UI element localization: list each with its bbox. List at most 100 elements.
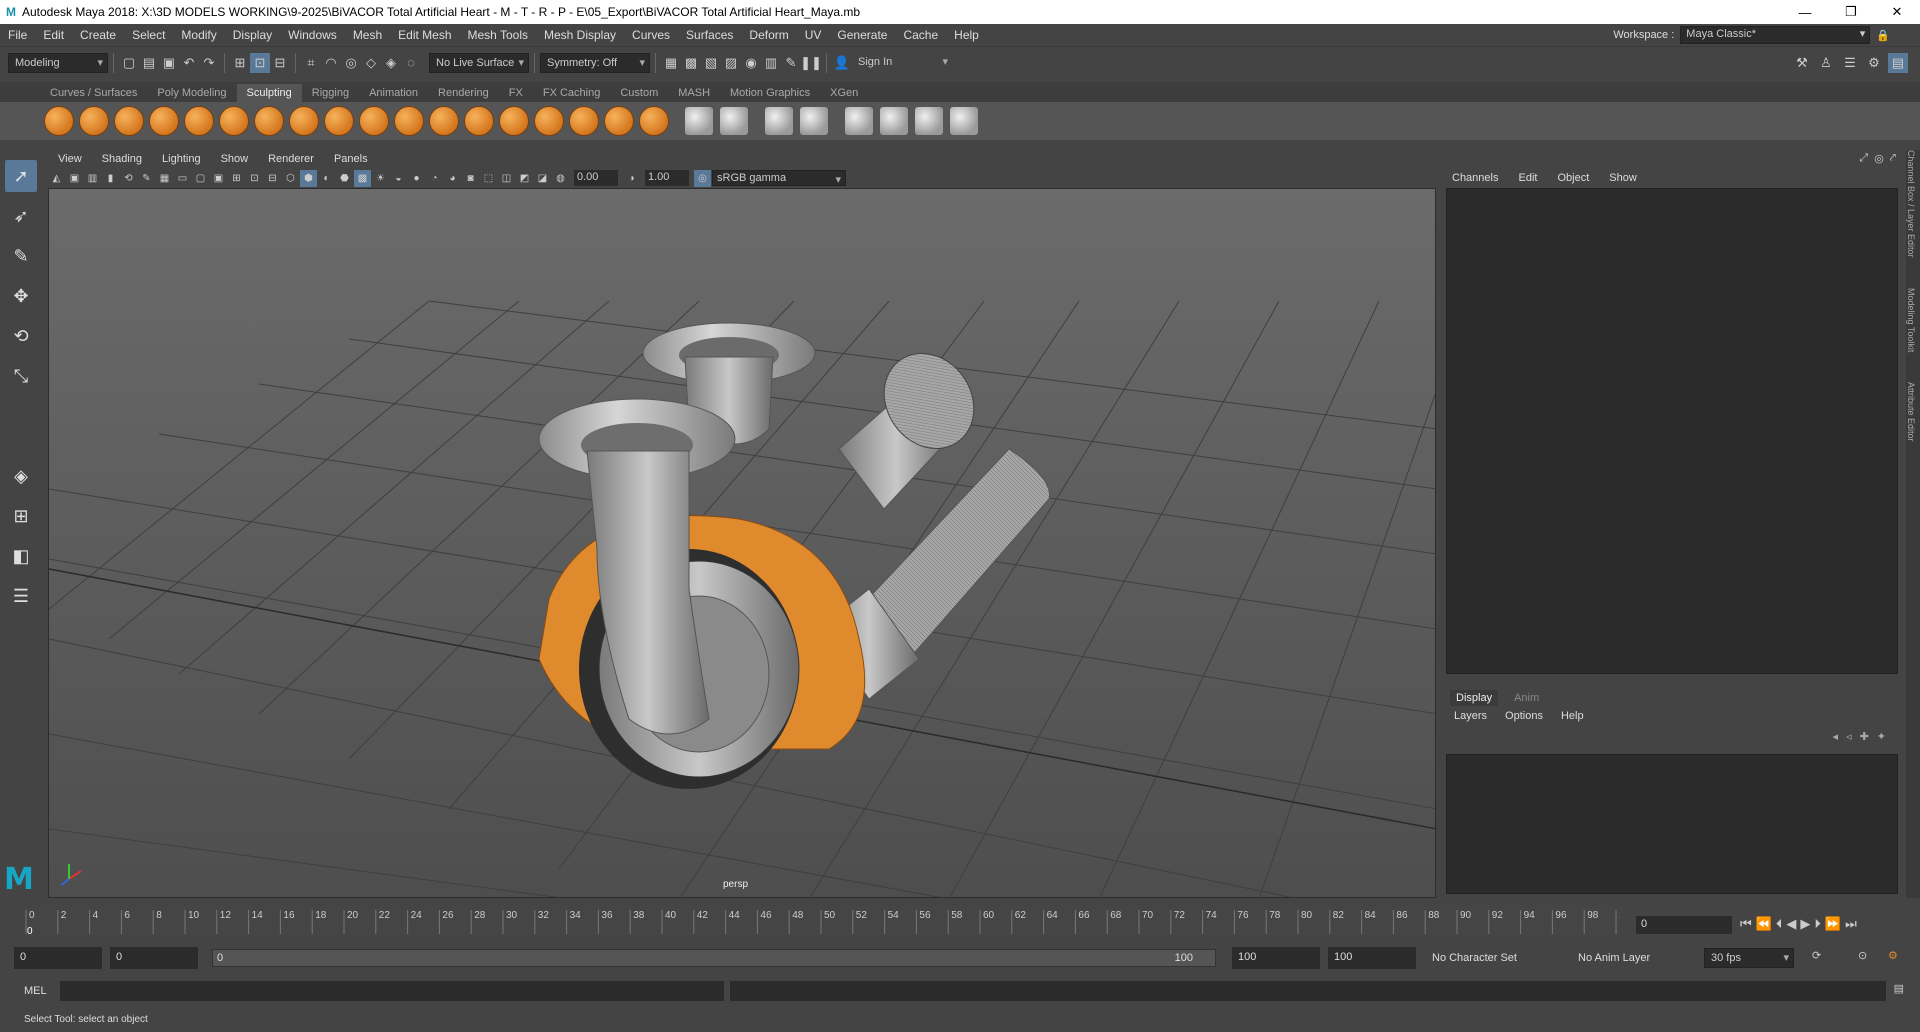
shadows-icon[interactable]: ◒ <box>390 170 407 187</box>
layer-tab-anim[interactable]: Anim <box>1508 690 1545 706</box>
symmetry-select[interactable]: Symmetry: Off <box>540 52 650 73</box>
menu-edit-mesh[interactable]: Edit Mesh <box>390 28 459 42</box>
pinch-tool-icon[interactable] <box>184 106 214 136</box>
field-chart-icon[interactable]: ⊞ <box>228 170 245 187</box>
save-scene-icon[interactable]: ▣ <box>159 53 179 73</box>
grease-pencil-icon[interactable]: ✎ <box>138 170 155 187</box>
freeze-tool-icon[interactable] <box>639 106 669 136</box>
menu-create[interactable]: Create <box>72 28 124 42</box>
menu-file[interactable]: File <box>0 28 35 42</box>
snap-view-icon[interactable]: ◇ <box>361 53 381 73</box>
ipr-render-icon[interactable]: ▧ <box>701 53 721 73</box>
move-layer-up-icon[interactable]: ◂ <box>1833 730 1839 743</box>
viewport-3d[interactable] <box>48 188 1436 898</box>
render-settings-icon[interactable]: ▨ <box>721 53 741 73</box>
render-frame-icon[interactable]: ▩ <box>681 53 701 73</box>
gamma-icon[interactable]: ◑ <box>623 170 640 187</box>
smear-tool-icon[interactable] <box>534 106 564 136</box>
play-backward-icon[interactable]: ◀ <box>1786 916 1796 932</box>
menu-mesh[interactable]: Mesh <box>345 28 390 42</box>
unfreeze-all-icon[interactable] <box>719 106 749 136</box>
shelf-tab-fx[interactable]: FX <box>499 84 533 102</box>
relax-tool-icon[interactable] <box>114 106 144 136</box>
menu-mesh-display[interactable]: Mesh Display <box>536 28 624 42</box>
pause-viewport-icon[interactable]: ❚❚ <box>800 53 822 73</box>
step-back-key-icon[interactable]: ⏪ <box>1756 916 1772 932</box>
isolate-select-icon[interactable]: ⬚ <box>480 170 497 187</box>
flatten-tool-icon[interactable] <box>219 106 249 136</box>
smooth-tool-icon[interactable] <box>79 106 109 136</box>
sculpt-tool-icon[interactable] <box>44 106 74 136</box>
shelf-tab-mash[interactable]: MASH <box>668 84 720 102</box>
anti-aliasing-icon[interactable]: ◕ <box>444 170 461 187</box>
pose-editor-icon[interactable] <box>914 106 944 136</box>
command-input[interactable] <box>60 981 724 1001</box>
light-editor-icon[interactable]: ✎ <box>781 53 801 73</box>
channel-edit-menu[interactable]: Edit <box>1518 172 1537 184</box>
select-hierarchy-icon[interactable]: ⊞ <box>230 53 250 73</box>
channel-box-icon[interactable]: ▤ <box>1888 53 1908 73</box>
layer-help-menu[interactable]: Help <box>1561 710 1584 722</box>
side-tab-channel-box[interactable]: Channel Box / Layer Editor <box>1906 150 1916 258</box>
sign-in-button[interactable]: Sign In <box>852 52 952 73</box>
artificial-heart-model[interactable] <box>538 322 1050 789</box>
layer-list[interactable] <box>1446 754 1898 894</box>
shelf-tab-fx-caching[interactable]: FX Caching <box>533 84 610 102</box>
repeat-tool-icon[interactable] <box>324 106 354 136</box>
textured-icon[interactable]: ▩ <box>354 169 371 187</box>
undo-icon[interactable]: ↶ <box>179 53 199 73</box>
go-to-end-icon[interactable]: ⏭ <box>1845 916 1857 932</box>
time-slider-ruler[interactable]: 0 2 4 6 8 10 12 14 16 18 20 22 24 26 28 30 32 34 36 38 40 42 4… <box>22 906 1636 938</box>
bulge-tool-icon[interactable] <box>569 106 599 136</box>
image-plane-icon[interactable]: ▮ <box>102 170 119 187</box>
amplify-tool-icon[interactable] <box>604 106 634 136</box>
render-view-icon[interactable]: ▦ <box>661 53 681 73</box>
menu-modify[interactable]: Modify <box>173 28 224 42</box>
menu-cache[interactable]: Cache <box>895 28 946 42</box>
move-layer-down-icon[interactable]: ◃ <box>1846 730 1852 743</box>
render-setup-icon[interactable]: ▥ <box>761 53 781 73</box>
mirror-freeze-icon[interactable] <box>764 106 794 136</box>
lock-icon[interactable]: 🔒 <box>1876 29 1890 42</box>
single-perspective-layout-icon[interactable]: ◈ <box>5 460 37 492</box>
exposure-field[interactable]: 0.00 <box>574 170 618 186</box>
maximize-button[interactable]: ❐ <box>1828 0 1874 24</box>
toggle-channel-box-icon[interactable]: ⤢ <box>1859 152 1868 165</box>
menu-surfaces[interactable]: Surfaces <box>678 28 741 42</box>
shelf-tab-rendering[interactable]: Rendering <box>428 84 499 102</box>
channel-object-menu[interactable]: Object <box>1557 172 1589 184</box>
grab-tool-icon[interactable] <box>149 106 179 136</box>
menu-display[interactable]: Display <box>225 28 280 42</box>
scale-tool-icon[interactable]: ⤡ <box>5 360 37 392</box>
channel-box-area[interactable] <box>1446 188 1898 674</box>
foamy-tool-icon[interactable] <box>254 106 284 136</box>
go-to-start-icon[interactable]: ⏮ <box>1740 916 1752 932</box>
default-material-icon[interactable]: ◐ <box>318 170 335 187</box>
snap-live-icon[interactable]: ◌ <box>401 53 421 73</box>
playback-start-field[interactable]: 0 <box>110 947 198 969</box>
viewport-scene[interactable] <box>49 189 1436 898</box>
persp-outliner-layout-icon[interactable]: ◧ <box>5 540 37 572</box>
script-editor-icon[interactable]: ▤ <box>1894 982 1904 995</box>
hypershade-icon[interactable]: ◉ <box>741 53 761 73</box>
lasso-tool-icon[interactable]: ➶ <box>5 200 37 232</box>
mel-label[interactable]: MEL <box>24 985 47 997</box>
panel-menu-show[interactable]: Show <box>211 153 259 165</box>
side-tab-attribute-editor[interactable]: Attribute Editor <box>1906 382 1916 442</box>
menu-help[interactable]: Help <box>946 28 987 42</box>
fps-select[interactable]: 30 fps <box>1704 948 1794 968</box>
time-slider-track[interactable]: 0 2 4 6 8 10 12 14 16 18 20 22 24 26 28 30 32 34 36 38 40 42 4… <box>22 906 1636 938</box>
film-gate-icon[interactable]: ▭ <box>174 170 191 187</box>
shelf-tab-animation[interactable]: Animation <box>359 84 428 102</box>
new-layer-selected-icon[interactable]: ✦ <box>1877 730 1886 743</box>
paint-select-tool-icon[interactable]: ✎ <box>5 240 37 272</box>
loop-icon[interactable]: ⟳ <box>1812 949 1821 962</box>
open-scene-icon[interactable]: ▤ <box>139 53 159 73</box>
character-set-select[interactable]: No Character Set <box>1432 952 1517 964</box>
snap-point-icon[interactable]: ◎ <box>341 53 361 73</box>
motion-blur-icon[interactable]: ◔ <box>426 170 443 187</box>
resolution-gate-icon[interactable]: ▢ <box>192 170 209 187</box>
shelf-tab-curves-surfaces[interactable]: Curves / Surfaces <box>40 84 147 102</box>
shelf-tab-rigging[interactable]: Rigging <box>302 84 359 102</box>
select-object-icon[interactable]: ⊡ <box>250 52 270 73</box>
